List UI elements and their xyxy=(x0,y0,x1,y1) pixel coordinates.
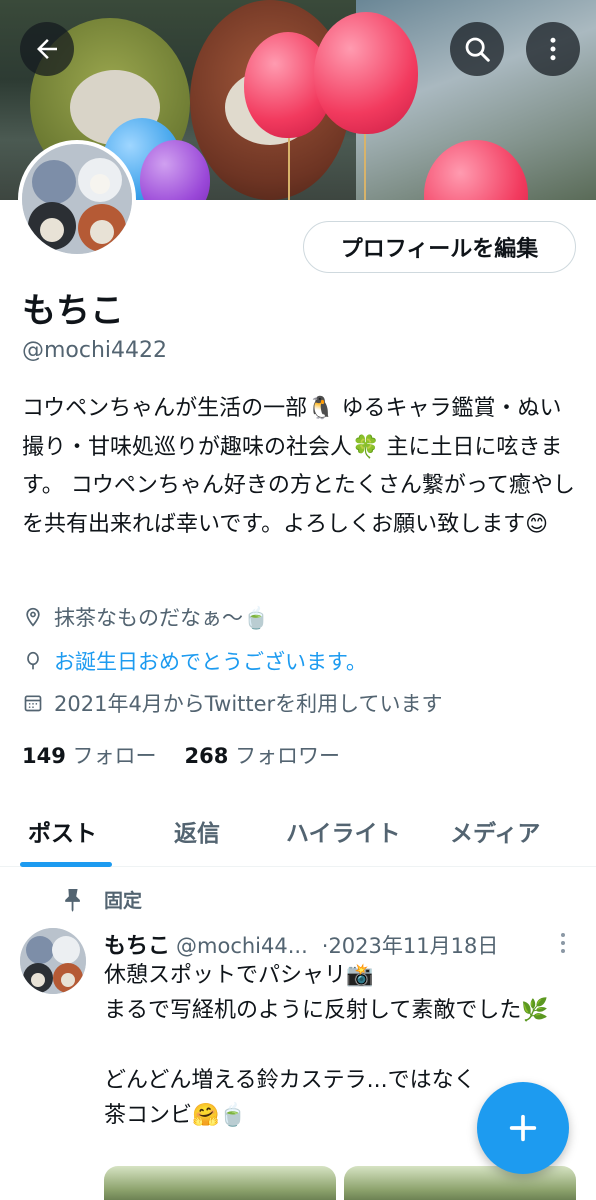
following-label: フォロー xyxy=(72,744,157,768)
tweet-more-icon[interactable] xyxy=(555,930,571,956)
tab-media[interactable]: メディア xyxy=(450,814,540,848)
tweet-media-1[interactable] xyxy=(104,1166,336,1200)
edit-profile-button[interactable]: プロフィールを編集 xyxy=(303,221,576,273)
pinned-label: 固定 xyxy=(104,890,143,912)
tweet-date[interactable]: ·2023年11月18日 xyxy=(322,930,499,960)
calendar-icon xyxy=(22,692,44,714)
balloon-icon xyxy=(22,650,44,672)
compose-button[interactable] xyxy=(477,1082,569,1174)
tweet-line-2: まるで写経机のように反射して素敵でした🌿 xyxy=(104,998,549,1023)
location-pin-icon xyxy=(22,606,44,628)
more-vertical-icon xyxy=(550,37,556,61)
back-arrow-icon xyxy=(37,39,57,59)
pin-icon xyxy=(65,888,80,912)
tweet-avatar[interactable] xyxy=(20,928,86,994)
back-button[interactable] xyxy=(20,22,74,76)
profile-birthday[interactable]: お誕生日おめでとうございます。 xyxy=(22,646,367,676)
following-count: 149 xyxy=(22,744,66,768)
followers-link[interactable]: 268 フォロワー xyxy=(185,740,341,770)
profile-bio: コウペンちゃんが生活の一部🐧 ゆるキャラ鑑賞・ぬい撮り・甘味処巡りが趣味の社会人… xyxy=(22,396,575,537)
tweet-avatar-image xyxy=(20,928,86,994)
tab-replies[interactable]: 返信 xyxy=(174,814,220,848)
tweet-author-name[interactable]: もちこ xyxy=(104,928,170,960)
avatar-image xyxy=(22,144,132,254)
profile-tabs: ポスト 返信 ハイライト メディア xyxy=(0,800,596,867)
tweet-media-2[interactable] xyxy=(344,1166,576,1200)
balloon-string-1 xyxy=(288,138,290,200)
joined-text: 2021年4月からTwitterを利用しています xyxy=(54,692,443,716)
birthday-text[interactable]: お誕生日おめでとうございます。 xyxy=(54,646,367,676)
following-link[interactable]: 149 フォロー xyxy=(22,740,157,770)
profile-location: 抹茶なものだなぁ〜🍵 xyxy=(22,602,269,632)
search-button[interactable] xyxy=(450,22,504,76)
tweet-author-handle[interactable]: @mochi44... xyxy=(176,934,308,958)
balloon-string-2 xyxy=(364,134,366,200)
tweet-header: もちこ @mochi44... ·2023年11月18日 xyxy=(104,928,498,960)
tweet-line-1: 休憩スポットでパシャリ📸 xyxy=(104,963,374,988)
balloon-red-2 xyxy=(314,12,418,134)
followers-count: 268 xyxy=(184,744,229,768)
profile-joined: 2021年4月からTwitterを利用しています xyxy=(22,688,443,718)
follow-stats: 149 フォロー 268 フォロワー xyxy=(22,740,340,770)
tab-highlights[interactable]: ハイライト xyxy=(286,814,401,848)
more-button[interactable] xyxy=(526,22,580,76)
profile-handle: @mochi4422 xyxy=(22,338,168,363)
tab-posts[interactable]: ポスト xyxy=(28,814,97,848)
active-tab-indicator xyxy=(20,862,112,867)
search-icon xyxy=(465,37,490,62)
pinned-indicator: 固定 xyxy=(62,886,142,913)
profile-avatar[interactable] xyxy=(18,140,136,258)
followers-label: フォロワー xyxy=(235,744,341,768)
plus-icon xyxy=(509,1114,537,1142)
location-text: 抹茶なものだなぁ〜🍵 xyxy=(54,606,270,630)
profile-name: もちこ xyxy=(22,291,124,331)
